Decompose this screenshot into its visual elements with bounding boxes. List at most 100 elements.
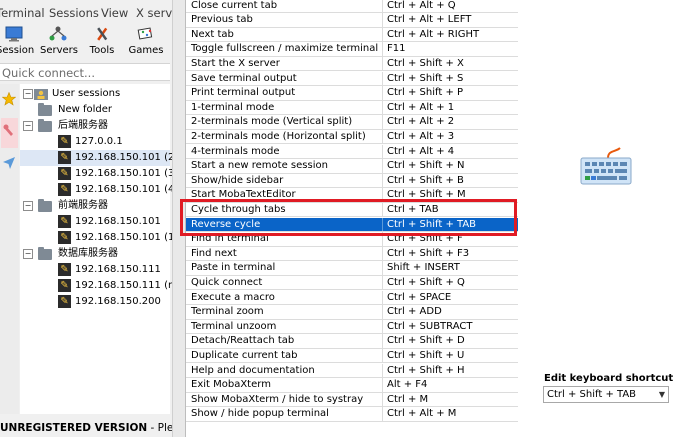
quick-connect-input[interactable]: Quick connect... [0,63,170,81]
shortcut-row[interactable]: Show/hide sidebar Ctrl + Shift + B [186,173,518,189]
shortcut-row[interactable]: Execute a macro Ctrl + SPACE [186,290,518,306]
tree-root[interactable]: − User sessions [20,86,170,102]
column-separator [382,144,383,159]
tree-session-label: 192.168.150.111 [75,264,161,275]
shortcut-keys: Ctrl + Shift + S [387,72,464,84]
tools-icon [97,27,108,41]
shortcut-row[interactable]: Duplicate current tab Ctrl + Shift + U [186,348,518,364]
collapse-toggle[interactable]: − [23,249,33,259]
shortcut-row[interactable]: 2-terminals mode (Horizontal split) Ctrl … [186,129,518,145]
send-icon[interactable] [2,156,16,170]
column-separator [382,378,383,392]
column-separator [382,56,383,71]
shortcut-row[interactable]: 4-terminals mode Ctrl + Alt + 4 [186,144,518,160]
shortcut-row[interactable]: Terminal unzoom Ctrl + SUBTRACT [186,319,518,335]
shortcut-action: Next tab [191,28,234,40]
tree-session[interactable]: ✎ 192.168.150.101 (1) [20,230,178,246]
shortcut-row[interactable]: Toggle fullscreen / maximize terminal F11 [186,42,518,57]
shortcut-row[interactable]: Detach/Reattach tab Ctrl + Shift + D [186,334,518,349]
mobaxterm-main-window: Terminal Sessions View X server Session … [0,0,192,437]
wrench-icon: ✎ [58,215,71,228]
tools-label: Tools [89,45,115,56]
shortcut-row[interactable]: Next tab Ctrl + Alt + RIGHT [186,27,518,43]
shortcut-row[interactable]: Show MobaXterm / hide to systray Ctrl + M [186,392,518,408]
session-button[interactable]: Session [0,24,34,62]
shortcut-action: Close current tab [191,0,278,11]
tree-session[interactable]: ✎ 127.0.0.1 [20,134,170,150]
monitor-icon [5,26,23,42]
tree-group[interactable]: − 后端服务器 [20,118,170,134]
shortcut-row[interactable]: 1-terminal mode Ctrl + Alt + 1 [186,100,518,116]
shortcut-keys: Ctrl + Shift + D [387,335,465,347]
tree-new-folder-label: New folder [58,104,113,115]
shortcut-row[interactable]: Exit MobaXterm Alt + F4 [186,378,518,393]
shortcut-row[interactable]: Previous tab Ctrl + Alt + LEFT [186,13,518,28]
shortcut-action: Detach/Reattach tab [191,335,295,347]
menu-view[interactable]: View [101,6,128,20]
menu-sessions[interactable]: Sessions [49,6,99,20]
wrench-icon: ✎ [58,295,71,308]
shortcut-action: 4-terminals mode [191,145,280,157]
folder-icon [38,199,52,212]
tree-session[interactable]: ✎ 192.168.150.101 [20,214,170,230]
tree-new-folder[interactable]: New folder [20,102,170,118]
shortcut-row[interactable]: Help and documentation Ctrl + Shift + H [186,363,518,379]
shortcut-row[interactable]: Show / hide popup terminal Ctrl + Alt + M [186,407,518,422]
column-separator [382,392,383,407]
tree-session[interactable]: ✎ 192.168.150.101 (3) [20,166,178,182]
collapse-toggle[interactable]: − [23,201,33,211]
servers-button[interactable]: Servers [40,24,78,62]
shortcut-row[interactable]: Find next Ctrl + Shift + F3 [186,246,518,262]
shortcut-action: 2-terminals mode (Horizontal split) [191,130,366,142]
shortcut-row[interactable]: Save terminal output Ctrl + Shift + S [186,71,518,87]
tools-button[interactable]: Tools [84,24,120,62]
edit-shortcut-dropdown[interactable]: Ctrl + Shift + TAB ▼ [543,386,669,403]
tree-session[interactable]: ✎ 192.168.150.111 (root) [20,278,192,294]
shortcut-action: Find next [191,247,237,259]
shortcut-row[interactable]: Start a new remote session Ctrl + Shift +… [186,159,518,174]
shortcut-keys: Ctrl + Shift + Q [387,276,465,288]
shortcut-keys: Ctrl + M [387,393,429,405]
shortcut-action: Execute a macro [191,291,275,303]
tree-session[interactable]: ✎ 192.168.150.101 (4) [20,182,178,198]
column-separator [382,319,383,334]
shortcut-row[interactable]: Terminal zoom Ctrl + ADD [186,305,518,320]
shortcut-row[interactable]: 2-terminals mode (Vertical split) Ctrl + … [186,115,518,130]
shortcut-row[interactable]: Quick connect Ctrl + Shift + Q [186,275,518,291]
tree-session-label: 127.0.0.1 [75,136,123,147]
collapse-toggle[interactable]: − [23,89,33,99]
shortcut-action: Exit MobaXterm [191,379,271,391]
servers-icon [49,26,67,41]
star-icon[interactable] [2,92,16,106]
shortcut-keys: Ctrl + SPACE [387,291,452,303]
edit-shortcut-value: Ctrl + Shift + TAB [547,389,637,400]
column-separator [382,115,383,129]
column-separator [382,173,383,188]
shortcut-keys: Ctrl + ADD [387,306,442,318]
shortcut-action: Save terminal output [191,72,297,84]
shortcut-keys: Ctrl + Shift + X [387,57,464,69]
shortcut-row[interactable]: Start the X server Ctrl + Shift + X [186,56,518,72]
tools-tab[interactable] [1,118,18,148]
shortcut-keys: F11 [387,43,406,55]
shortcut-action: 2-terminals mode (Vertical split) [191,116,353,128]
wrench-tab-icon [3,124,13,136]
tree-group-label: 前端服务器 [58,200,108,211]
tree-group[interactable]: − 前端服务器 [20,198,170,214]
edit-shortcut-label: Edit keyboard shortcut [544,373,674,384]
games-button[interactable]: Games [128,24,164,62]
tree-session[interactable]: ✎ 192.168.150.111 [20,262,170,278]
tree-session-selected[interactable]: ✎ 192.168.150.101 (2) [20,150,178,166]
keyboard-icon [580,147,632,185]
shortcut-action: Print terminal output [191,87,296,99]
shortcut-row[interactable]: Close current tab Ctrl + Alt + Q [186,0,518,14]
shortcut-action: Show/hide sidebar [191,174,284,186]
tree-group[interactable]: − 数据库服务器 [20,246,170,262]
shortcut-row[interactable]: Print terminal output Ctrl + Shift + P [186,86,518,101]
menu-terminal[interactable]: Terminal [0,6,45,20]
tree-session[interactable]: ✎ 192.168.150.200 [20,294,170,310]
shortcut-keys: Ctrl + Alt + 2 [387,116,455,128]
collapse-toggle[interactable]: − [23,121,33,131]
shortcut-row[interactable]: Paste in terminal Shift + INSERT [186,261,518,276]
tree-root-label: User sessions [52,88,121,99]
